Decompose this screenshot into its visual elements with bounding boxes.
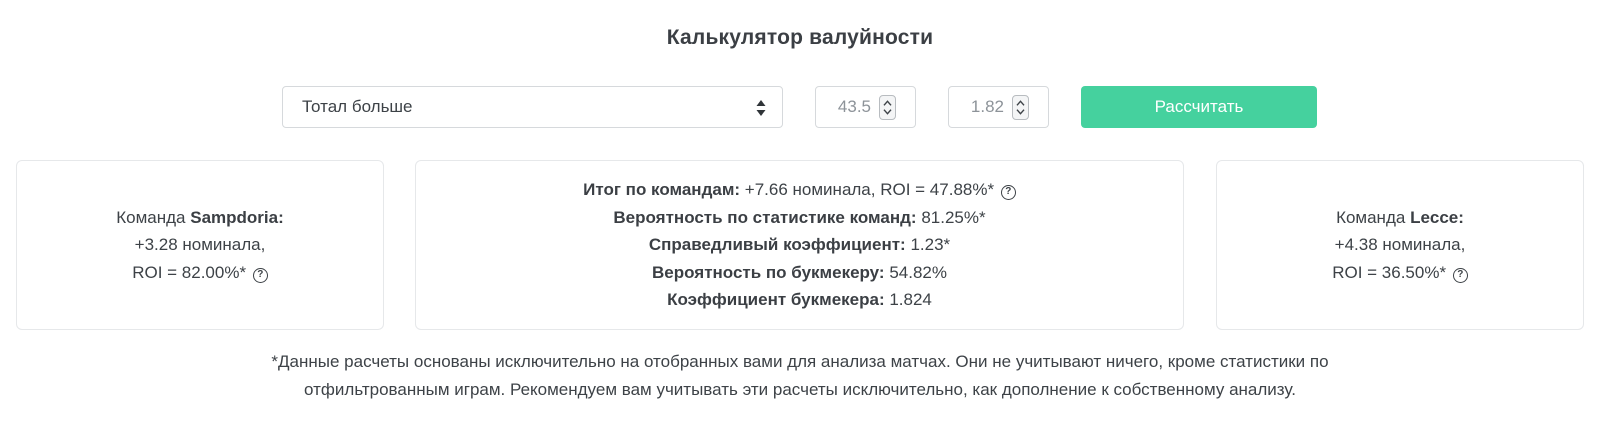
- team-left-nominal: +3.28 номинала,: [134, 235, 266, 255]
- help-circle-icon[interactable]: ?: [252, 267, 268, 283]
- team-right-name: Lecce:: [1410, 207, 1464, 227]
- team-left-name: Sampdoria:: [190, 207, 284, 227]
- summary-row-fair-odds: Справедливый коэффициент: 1.23*: [649, 231, 950, 259]
- summary-label: Справедливый коэффициент:: [648, 235, 906, 255]
- team-left-roi: ROI = 82.00%*: [132, 262, 247, 282]
- total-value: 43.5: [837, 97, 871, 116]
- summary-row-bookmaker-probability: Вероятность по букмекеру: 54.82%: [652, 259, 947, 287]
- calculate-button[interactable]: Рассчитать: [1081, 86, 1317, 128]
- summary-label: Коэффициент букмекера:: [667, 290, 885, 310]
- team-right-nominal: +4.38 номинала,: [1334, 235, 1466, 255]
- summary-label: Итог по командам:: [583, 180, 741, 200]
- spinner-icon[interactable]: [1012, 95, 1029, 120]
- summary-label: Вероятность по статистике команд:: [613, 207, 917, 227]
- odds-value: 1.82: [970, 97, 1004, 116]
- footnote-line: отфильтрованным играм. Рекомендуем вам у…: [304, 379, 1296, 399]
- footnote: *Данные расчеты основаны исключительно н…: [0, 348, 1600, 403]
- summary-value: 81.25%*: [916, 207, 986, 227]
- summary-row-bookmaker-odds: Коэффициент букмекера: 1.824: [667, 286, 932, 314]
- team-left-prefix: Команда: [116, 207, 191, 227]
- spinner-icon[interactable]: [879, 95, 896, 120]
- odds-input[interactable]: 1.82: [948, 86, 1049, 128]
- summary-value: 1.824: [884, 290, 932, 310]
- team-right-title: Команда Lecce:: [1336, 204, 1464, 232]
- team-left-card: Команда Sampdoria: +3.28 номинала, ROI =…: [16, 160, 384, 330]
- summary-value: 54.82%: [884, 262, 947, 282]
- page-title: Калькулятор валуйности: [666, 26, 934, 49]
- bet-type-select[interactable]: Тотал больше: [282, 86, 783, 128]
- summary-card: Итог по командам: +7.66 номинала, ROI = …: [415, 160, 1184, 330]
- team-right-roi: ROI = 36.50%*: [1332, 262, 1447, 282]
- team-right-prefix: Команда: [1336, 207, 1411, 227]
- summary-label: Вероятность по букмекеру:: [652, 262, 885, 282]
- help-circle-icon[interactable]: ?: [1452, 267, 1468, 283]
- summary-value: +7.66 номинала, ROI = 47.88%*: [740, 180, 995, 200]
- bet-type-selected-value: Тотал больше: [302, 97, 413, 116]
- team-right-roi-row: ROI = 36.50%* ?: [1332, 259, 1468, 287]
- sort-arrows-icon: [756, 100, 766, 116]
- total-input[interactable]: 43.5: [815, 86, 916, 128]
- controls-row: Тотал больше 43.5 1.82 Рассчитать: [0, 86, 1600, 128]
- help-circle-icon[interactable]: ?: [1000, 185, 1016, 201]
- summary-row-stat-probability: Вероятность по статистике команд: 81.25%…: [613, 204, 985, 232]
- summary-value: 1.23*: [905, 235, 951, 255]
- summary-row-total: Итог по командам: +7.66 номинала, ROI = …: [583, 176, 1016, 204]
- team-left-title: Команда Sampdoria:: [116, 204, 284, 232]
- footnote-line: *Данные расчеты основаны исключительно н…: [271, 352, 1329, 371]
- team-right-card: Команда Lecce: +4.38 номинала, ROI = 36.…: [1216, 160, 1584, 330]
- team-left-roi-row: ROI = 82.00%* ?: [132, 259, 268, 287]
